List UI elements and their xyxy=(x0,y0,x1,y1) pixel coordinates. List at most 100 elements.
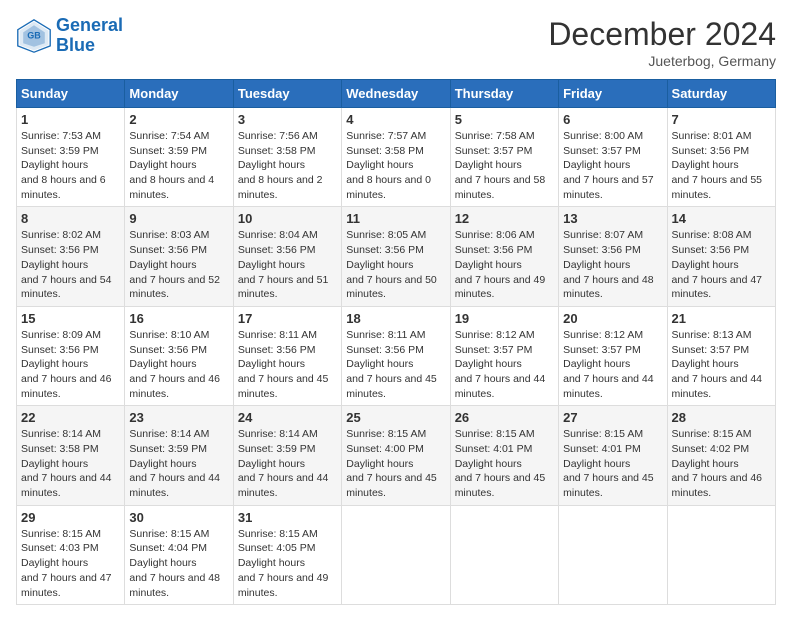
day-info: Sunrise: 8:11 AM Sunset: 3:56 PM Dayligh… xyxy=(238,328,337,401)
day-info: Sunrise: 8:00 AM Sunset: 3:57 PM Dayligh… xyxy=(563,129,662,202)
day-number: 7 xyxy=(672,112,771,127)
day-info: Sunrise: 8:01 AM Sunset: 3:56 PM Dayligh… xyxy=(672,129,771,202)
day-number: 6 xyxy=(563,112,662,127)
calendar-cell: 18 Sunrise: 8:11 AM Sunset: 3:56 PM Dayl… xyxy=(342,306,450,405)
weekday-header-friday: Friday xyxy=(559,80,667,108)
day-number: 4 xyxy=(346,112,445,127)
day-info: Sunrise: 8:15 AM Sunset: 4:04 PM Dayligh… xyxy=(129,527,228,600)
day-number: 1 xyxy=(21,112,120,127)
calendar-week-2: 8 Sunrise: 8:02 AM Sunset: 3:56 PM Dayli… xyxy=(17,207,776,306)
day-info: Sunrise: 8:14 AM Sunset: 3:59 PM Dayligh… xyxy=(129,427,228,500)
calendar-cell: 26 Sunrise: 8:15 AM Sunset: 4:01 PM Dayl… xyxy=(450,406,558,505)
calendar-cell: 24 Sunrise: 8:14 AM Sunset: 3:59 PM Dayl… xyxy=(233,406,341,505)
calendar-week-5: 29 Sunrise: 8:15 AM Sunset: 4:03 PM Dayl… xyxy=(17,505,776,604)
day-number: 21 xyxy=(672,311,771,326)
day-info: Sunrise: 8:14 AM Sunset: 3:59 PM Dayligh… xyxy=(238,427,337,500)
calendar-cell xyxy=(559,505,667,604)
calendar-cell: 31 Sunrise: 8:15 AM Sunset: 4:05 PM Dayl… xyxy=(233,505,341,604)
weekday-header-wednesday: Wednesday xyxy=(342,80,450,108)
calendar-cell: 27 Sunrise: 8:15 AM Sunset: 4:01 PM Dayl… xyxy=(559,406,667,505)
calendar-cell: 22 Sunrise: 8:14 AM Sunset: 3:58 PM Dayl… xyxy=(17,406,125,505)
day-info: Sunrise: 8:05 AM Sunset: 3:56 PM Dayligh… xyxy=(346,228,445,301)
day-info: Sunrise: 7:54 AM Sunset: 3:59 PM Dayligh… xyxy=(129,129,228,202)
calendar-cell: 3 Sunrise: 7:56 AM Sunset: 3:58 PM Dayli… xyxy=(233,108,341,207)
month-title: December 2024 xyxy=(548,16,776,53)
weekday-header-thursday: Thursday xyxy=(450,80,558,108)
day-number: 14 xyxy=(672,211,771,226)
day-info: Sunrise: 8:11 AM Sunset: 3:56 PM Dayligh… xyxy=(346,328,445,401)
calendar-cell xyxy=(667,505,775,604)
day-number: 2 xyxy=(129,112,228,127)
calendar-cell: 8 Sunrise: 8:02 AM Sunset: 3:56 PM Dayli… xyxy=(17,207,125,306)
calendar-week-4: 22 Sunrise: 8:14 AM Sunset: 3:58 PM Dayl… xyxy=(17,406,776,505)
day-info: Sunrise: 8:03 AM Sunset: 3:56 PM Dayligh… xyxy=(129,228,228,301)
day-number: 22 xyxy=(21,410,120,425)
day-info: Sunrise: 7:57 AM Sunset: 3:58 PM Dayligh… xyxy=(346,129,445,202)
day-number: 28 xyxy=(672,410,771,425)
calendar-cell xyxy=(450,505,558,604)
day-info: Sunrise: 8:14 AM Sunset: 3:58 PM Dayligh… xyxy=(21,427,120,500)
calendar-cell: 15 Sunrise: 8:09 AM Sunset: 3:56 PM Dayl… xyxy=(17,306,125,405)
logo-line1: General xyxy=(56,15,123,35)
day-number: 16 xyxy=(129,311,228,326)
day-info: Sunrise: 8:15 AM Sunset: 4:01 PM Dayligh… xyxy=(563,427,662,500)
day-info: Sunrise: 8:07 AM Sunset: 3:56 PM Dayligh… xyxy=(563,228,662,301)
calendar-cell: 25 Sunrise: 8:15 AM Sunset: 4:00 PM Dayl… xyxy=(342,406,450,505)
day-number: 24 xyxy=(238,410,337,425)
day-info: Sunrise: 8:15 AM Sunset: 4:01 PM Dayligh… xyxy=(455,427,554,500)
day-number: 31 xyxy=(238,510,337,525)
day-info: Sunrise: 8:06 AM Sunset: 3:56 PM Dayligh… xyxy=(455,228,554,301)
calendar-week-3: 15 Sunrise: 8:09 AM Sunset: 3:56 PM Dayl… xyxy=(17,306,776,405)
calendar-cell: 23 Sunrise: 8:14 AM Sunset: 3:59 PM Dayl… xyxy=(125,406,233,505)
day-number: 11 xyxy=(346,211,445,226)
day-number: 5 xyxy=(455,112,554,127)
calendar-cell: 19 Sunrise: 8:12 AM Sunset: 3:57 PM Dayl… xyxy=(450,306,558,405)
day-number: 20 xyxy=(563,311,662,326)
calendar-cell: 11 Sunrise: 8:05 AM Sunset: 3:56 PM Dayl… xyxy=(342,207,450,306)
day-info: Sunrise: 7:56 AM Sunset: 3:58 PM Dayligh… xyxy=(238,129,337,202)
day-info: Sunrise: 8:08 AM Sunset: 3:56 PM Dayligh… xyxy=(672,228,771,301)
calendar-cell: 2 Sunrise: 7:54 AM Sunset: 3:59 PM Dayli… xyxy=(125,108,233,207)
calendar-cell: 28 Sunrise: 8:15 AM Sunset: 4:02 PM Dayl… xyxy=(667,406,775,505)
day-number: 23 xyxy=(129,410,228,425)
day-number: 12 xyxy=(455,211,554,226)
day-info: Sunrise: 8:15 AM Sunset: 4:03 PM Dayligh… xyxy=(21,527,120,600)
calendar-cell: 7 Sunrise: 8:01 AM Sunset: 3:56 PM Dayli… xyxy=(667,108,775,207)
calendar-cell: 14 Sunrise: 8:08 AM Sunset: 3:56 PM Dayl… xyxy=(667,207,775,306)
day-number: 19 xyxy=(455,311,554,326)
day-info: Sunrise: 8:04 AM Sunset: 3:56 PM Dayligh… xyxy=(238,228,337,301)
day-number: 27 xyxy=(563,410,662,425)
day-number: 17 xyxy=(238,311,337,326)
calendar-cell: 6 Sunrise: 8:00 AM Sunset: 3:57 PM Dayli… xyxy=(559,108,667,207)
calendar-cell: 29 Sunrise: 8:15 AM Sunset: 4:03 PM Dayl… xyxy=(17,505,125,604)
calendar-cell: 5 Sunrise: 7:58 AM Sunset: 3:57 PM Dayli… xyxy=(450,108,558,207)
weekday-header-tuesday: Tuesday xyxy=(233,80,341,108)
day-info: Sunrise: 8:13 AM Sunset: 3:57 PM Dayligh… xyxy=(672,328,771,401)
day-info: Sunrise: 8:15 AM Sunset: 4:02 PM Dayligh… xyxy=(672,427,771,500)
calendar-cell: 13 Sunrise: 8:07 AM Sunset: 3:56 PM Dayl… xyxy=(559,207,667,306)
day-number: 18 xyxy=(346,311,445,326)
day-info: Sunrise: 7:58 AM Sunset: 3:57 PM Dayligh… xyxy=(455,129,554,202)
day-number: 3 xyxy=(238,112,337,127)
day-info: Sunrise: 8:10 AM Sunset: 3:56 PM Dayligh… xyxy=(129,328,228,401)
day-info: Sunrise: 8:15 AM Sunset: 4:05 PM Dayligh… xyxy=(238,527,337,600)
day-number: 10 xyxy=(238,211,337,226)
calendar-week-1: 1 Sunrise: 7:53 AM Sunset: 3:59 PM Dayli… xyxy=(17,108,776,207)
calendar-cell: 9 Sunrise: 8:03 AM Sunset: 3:56 PM Dayli… xyxy=(125,207,233,306)
calendar-cell: 10 Sunrise: 8:04 AM Sunset: 3:56 PM Dayl… xyxy=(233,207,341,306)
weekday-header-sunday: Sunday xyxy=(17,80,125,108)
calendar-cell xyxy=(342,505,450,604)
title-block: December 2024 Jueterbog, Germany xyxy=(548,16,776,69)
svg-text:GB: GB xyxy=(27,30,41,40)
day-number: 30 xyxy=(129,510,228,525)
logo-line2: Blue xyxy=(56,35,95,55)
calendar-cell: 4 Sunrise: 7:57 AM Sunset: 3:58 PM Dayli… xyxy=(342,108,450,207)
weekday-header-row: SundayMondayTuesdayWednesdayThursdayFrid… xyxy=(17,80,776,108)
logo-icon: GB xyxy=(16,18,52,54)
calendar-table: SundayMondayTuesdayWednesdayThursdayFrid… xyxy=(16,79,776,605)
day-info: Sunrise: 8:12 AM Sunset: 3:57 PM Dayligh… xyxy=(455,328,554,401)
day-info: Sunrise: 8:15 AM Sunset: 4:00 PM Dayligh… xyxy=(346,427,445,500)
weekday-header-saturday: Saturday xyxy=(667,80,775,108)
logo: GB General Blue xyxy=(16,16,123,56)
calendar-cell: 30 Sunrise: 8:15 AM Sunset: 4:04 PM Dayl… xyxy=(125,505,233,604)
